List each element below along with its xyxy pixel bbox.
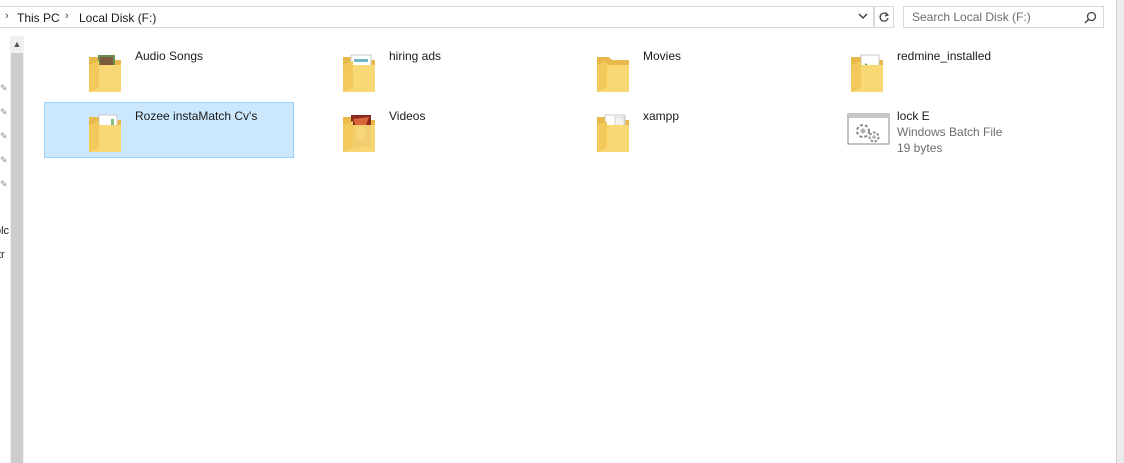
pin-icon: ✎ xyxy=(0,83,8,93)
breadcrumb-this-pc[interactable]: This PC xyxy=(17,11,60,25)
refresh-icon xyxy=(879,12,890,22)
file-type: Windows Batch File xyxy=(897,125,1003,139)
search-icon[interactable] xyxy=(1084,11,1097,27)
refresh-button[interactable] xyxy=(874,6,894,28)
window-border xyxy=(1116,0,1124,463)
search-input[interactable] xyxy=(904,7,1080,27)
nav-scrollbar-thumb[interactable] xyxy=(11,53,23,463)
folder-item[interactable]: hiring ads xyxy=(298,42,548,98)
item-name: Rozee instaMatch Cv's xyxy=(135,109,258,123)
folder-item[interactable]: Movies xyxy=(552,42,802,98)
folder-icon xyxy=(593,49,633,95)
folder-music-icon xyxy=(85,49,125,95)
item-name: redmine_installed xyxy=(897,49,992,63)
folder-item[interactable]: redmine_installed xyxy=(806,42,1056,98)
item-name: hiring ads xyxy=(389,49,442,63)
pin-icon: ✎ xyxy=(0,155,8,165)
folder-item-selected[interactable]: Rozee instaMatch Cv's xyxy=(44,102,294,158)
search-box[interactable] xyxy=(903,6,1104,28)
pin-icon: ✎ xyxy=(0,131,8,141)
folder-item[interactable]: Audio Songs xyxy=(44,42,294,98)
pin-icon: ✎ xyxy=(0,107,8,117)
item-name: Audio Songs xyxy=(135,49,204,63)
folder-item[interactable]: xampp xyxy=(552,102,802,158)
folder-document-icon xyxy=(593,109,633,155)
item-name: xampp xyxy=(643,109,680,123)
file-list: Audio Songs hiring ads Movies redmine_in… xyxy=(26,36,1116,463)
chevron-right-icon[interactable]: › xyxy=(65,10,69,22)
item-name: Movies xyxy=(643,49,682,63)
file-size: 19 bytes xyxy=(897,141,943,155)
item-name: lock E xyxy=(897,109,930,123)
folder-video-icon xyxy=(339,109,379,155)
nav-item-fragment[interactable]: olc xyxy=(0,225,9,237)
folder-document-icon xyxy=(85,109,125,155)
chevron-right-icon[interactable]: › xyxy=(5,10,9,22)
nav-item-fragment[interactable]: tr xyxy=(0,249,5,261)
batch-file-icon xyxy=(847,113,891,147)
chevron-down-icon[interactable] xyxy=(857,10,869,25)
file-item[interactable]: lock E Windows Batch File 19 bytes xyxy=(806,102,1056,162)
folder-app-icon xyxy=(847,49,887,95)
address-bar[interactable]: › This PC › Local Disk (F:) xyxy=(0,6,874,28)
address-toolbar: › This PC › Local Disk (F:) xyxy=(0,0,1124,36)
folder-document-icon xyxy=(339,49,379,95)
breadcrumb-local-disk[interactable]: Local Disk (F:) xyxy=(79,11,156,25)
folder-item[interactable]: Videos xyxy=(298,102,548,158)
item-name: Videos xyxy=(389,109,426,123)
scroll-up-arrow-icon[interactable]: ▲ xyxy=(10,36,24,52)
pin-icon: ✎ xyxy=(0,179,8,189)
